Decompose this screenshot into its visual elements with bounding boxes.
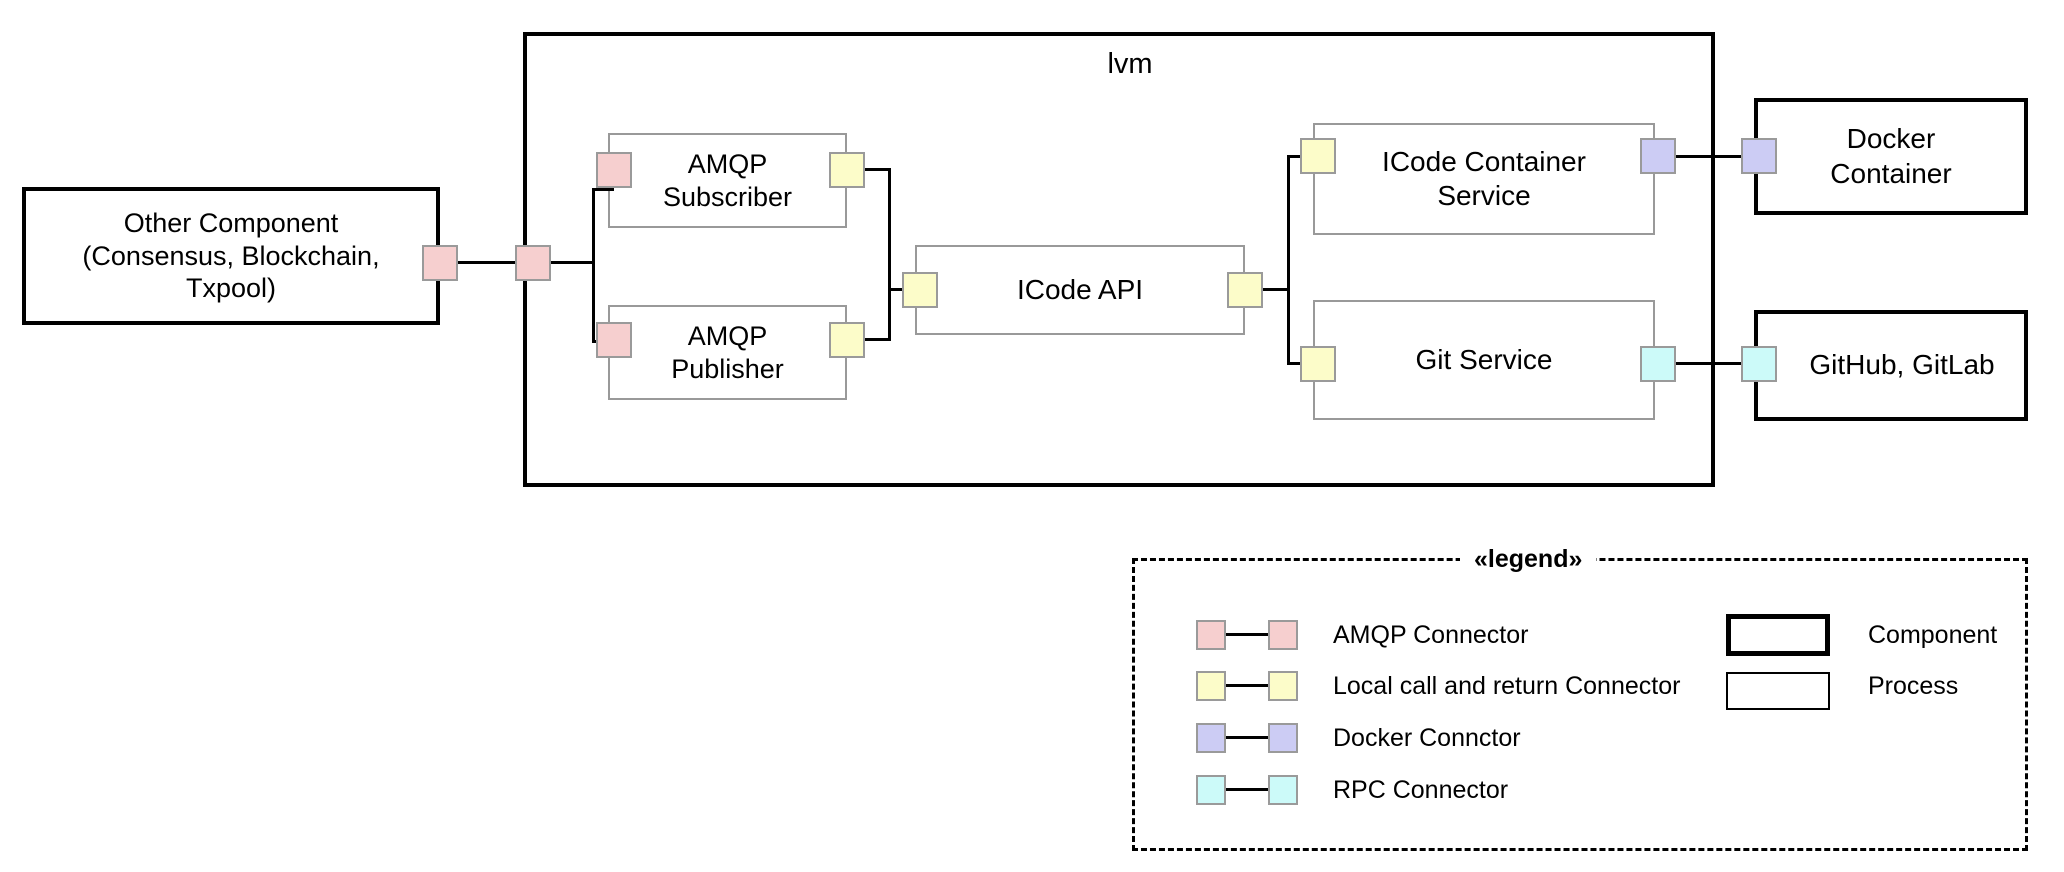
legend-swatch-docker-left <box>1196 723 1226 753</box>
wire-trunk-to-subscriber <box>592 188 614 191</box>
legend-label-amqp: AMQP Connector <box>1333 621 1529 649</box>
node-icode-container-service: ICode Container Service <box>1313 123 1655 235</box>
node-docker-container-label: Docker Container <box>1830 123 1952 189</box>
node-git-service: Git Service <box>1313 300 1655 420</box>
wire-services-trunk-vertical <box>1287 155 1290 365</box>
node-amqp-publisher-label: AMQP Publisher <box>671 320 784 384</box>
connector-local-icode-api-out <box>1227 272 1263 308</box>
node-icode-api-label: ICode API <box>1016 273 1144 305</box>
connector-local-icode-container-service-in <box>1300 138 1336 174</box>
legend-panel <box>1132 558 2028 851</box>
lvm-container-label: lvm <box>1107 48 1153 80</box>
legend-swatch-amqp-left <box>1196 620 1226 650</box>
connector-docker-container-in <box>1741 138 1777 174</box>
node-other-component-label: Other Component (Consensus, Blockchain, … <box>82 207 380 304</box>
wire-lvm-to-trunk <box>546 261 594 264</box>
connector-docker-icode-container-service-out <box>1640 138 1676 174</box>
legend-label-local: Local call and return Connector <box>1333 672 1681 700</box>
legend-swatch-local-right <box>1268 671 1298 701</box>
node-amqp-subscriber-label: AMQP Subscriber <box>662 148 793 212</box>
legend-label-docker: Docker Connctor <box>1333 724 1521 752</box>
legend-label-component: Component <box>1868 621 1998 649</box>
node-icode-container-service-label: ICode Container Service <box>1382 145 1586 211</box>
wire-amqp-trunk-vertical <box>592 188 595 343</box>
connector-local-git-service-in <box>1300 346 1336 382</box>
architecture-diagram: lvm Other Component (Consensus, Blockcha… <box>0 0 2064 872</box>
connector-rpc-git-service-out <box>1640 346 1676 382</box>
node-git-service-label: Git Service <box>1415 343 1553 375</box>
wire-api-inlet-trunk-vertical <box>888 168 891 341</box>
node-docker-container: Docker Container <box>1754 98 2028 215</box>
node-amqp-subscriber: AMQP Subscriber <box>608 133 847 228</box>
legend-line-docker <box>1226 736 1268 739</box>
connector-amqp-publisher-in <box>596 322 632 358</box>
connector-amqp-lvm-boundary <box>515 245 551 281</box>
node-github-gitlab-label: GitHub, GitLab <box>1809 349 1995 381</box>
legend-line-amqp <box>1226 633 1268 636</box>
legend-swatch-docker-right <box>1268 723 1298 753</box>
wire-api-to-services-trunk <box>1261 288 1289 291</box>
legend-shape-component <box>1726 614 1830 656</box>
node-amqp-publisher: AMQP Publisher <box>608 305 847 400</box>
connector-amqp-subscriber-in <box>596 152 632 188</box>
connector-local-subscriber-out <box>829 152 865 188</box>
legend-title: «legend» <box>1460 545 1597 574</box>
legend-swatch-rpc-right <box>1268 775 1298 805</box>
node-github-gitlab: GitHub, GitLab <box>1754 310 2028 421</box>
legend-shape-process <box>1726 672 1830 710</box>
connector-local-icode-api-in <box>902 272 938 308</box>
wire-othercomp-to-lvm <box>452 261 520 264</box>
node-other-component: Other Component (Consensus, Blockchain, … <box>22 187 440 325</box>
legend-label-rpc: RPC Connector <box>1333 776 1509 804</box>
connector-local-publisher-out <box>829 322 865 358</box>
legend-label-process: Process <box>1868 672 1959 700</box>
wire-subscriber-to-api-trunk <box>863 168 890 171</box>
connector-rpc-github-gitlab-in <box>1741 346 1777 382</box>
legend-swatch-local-left <box>1196 671 1226 701</box>
legend-line-local <box>1226 684 1268 687</box>
legend-line-rpc <box>1226 788 1268 791</box>
wire-publisher-to-api-trunk <box>863 338 890 341</box>
legend-swatch-rpc-left <box>1196 775 1226 805</box>
connector-amqp-other-component <box>422 245 458 281</box>
node-icode-api: ICode API <box>915 245 1245 335</box>
legend-swatch-amqp-right <box>1268 620 1298 650</box>
